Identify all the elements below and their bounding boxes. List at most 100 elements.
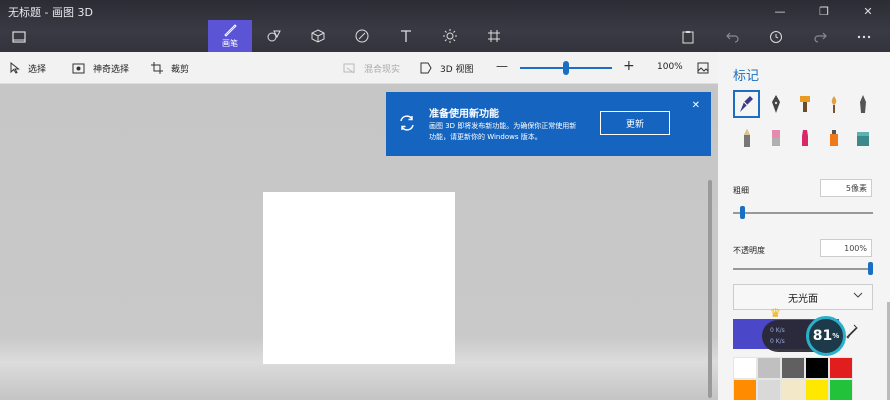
calligraphy-pen-brush[interactable] <box>762 90 789 118</box>
drawing-canvas[interactable] <box>263 192 455 364</box>
spray-can-brush[interactable] <box>820 124 847 152</box>
oil-brush-icon <box>799 96 810 112</box>
notification-title: 准备使用新功能 <box>429 109 499 120</box>
usage-percent: 81 <box>812 328 833 344</box>
crop-button[interactable]: 裁剪 <box>151 52 189 84</box>
spray-can-icon <box>829 130 838 146</box>
color-swatch[interactable] <box>733 357 757 379</box>
color-swatch[interactable] <box>781 379 805 400</box>
mixed-reality-button[interactable]: 混合现实 <box>343 52 400 84</box>
eyedropper-icon[interactable] <box>846 324 858 340</box>
window-title: 无标题 - 画图 3D <box>8 6 93 19</box>
tab-3d-shapes[interactable] <box>296 20 340 52</box>
pixel-pen-brush[interactable] <box>849 90 876 118</box>
color-swatch[interactable] <box>805 379 829 400</box>
color-swatch[interactable] <box>829 357 853 379</box>
thickness-input[interactable]: 5像素 <box>820 179 872 197</box>
thickness-slider-track[interactable] <box>733 212 873 214</box>
view-3d-label: 3D 视图 <box>440 64 474 75</box>
zoom-in-button[interactable]: + <box>623 58 635 74</box>
chevron-down-icon <box>853 292 863 298</box>
pencil-brush[interactable] <box>733 124 760 152</box>
panel-title: 标记 <box>733 69 760 84</box>
color-swatch[interactable] <box>733 379 757 400</box>
brush-grid <box>733 90 878 152</box>
update-notification: 准备使用新功能 画图 3D 即将发布新功能。为确保你正常使用新功能，请更新你的 … <box>386 92 711 156</box>
color-swatch[interactable] <box>757 379 781 400</box>
tab-brushes-label: 画笔 <box>222 39 238 48</box>
calligraphy-pen-icon <box>771 95 780 113</box>
cursor-icon <box>10 62 20 74</box>
download-speed: 0 K/s <box>770 338 785 345</box>
update-button[interactable]: 更新 <box>600 111 670 135</box>
select-button[interactable]: 选择 <box>10 52 46 84</box>
color-palette <box>733 357 853 400</box>
tab-2d-shapes[interactable] <box>252 20 296 52</box>
select-label: 选择 <box>28 64 47 75</box>
workspace-scrollbar[interactable] <box>708 180 712 398</box>
fill-bucket-icon <box>856 132 869 146</box>
sun-icon <box>443 29 457 43</box>
minimize-button[interactable]: — <box>758 0 802 22</box>
cube-icon <box>311 29 325 43</box>
image-icon[interactable] <box>697 62 709 74</box>
crown-icon: ♛ <box>770 306 781 320</box>
refresh-icon <box>400 115 414 131</box>
color-swatch[interactable] <box>757 357 781 379</box>
close-button[interactable]: ✕ <box>846 0 890 22</box>
opacity-input[interactable]: 100% <box>820 239 872 257</box>
color-swatch[interactable] <box>829 379 853 400</box>
eraser-brush[interactable] <box>762 124 789 152</box>
paste-icon[interactable] <box>670 26 706 48</box>
crop-label: 裁剪 <box>171 64 190 75</box>
thickness-slider-thumb[interactable] <box>740 206 745 219</box>
opacity-slider-thumb[interactable] <box>868 262 873 275</box>
mixed-reality-icon <box>343 63 355 74</box>
more-options-icon[interactable] <box>846 26 882 48</box>
menu-icon[interactable] <box>12 28 32 46</box>
undo-icon[interactable] <box>714 26 750 48</box>
watercolor-icon <box>831 96 836 113</box>
crayon-icon <box>801 130 808 146</box>
shapes-2d-icon <box>267 30 281 42</box>
tab-brushes[interactable]: 画笔 <box>208 20 252 52</box>
magic-select-button[interactable]: 神奇选择 <box>72 52 129 84</box>
upload-speed: 0 K/s <box>770 327 785 334</box>
marker-brush[interactable] <box>733 90 760 118</box>
view-3d-icon <box>420 62 432 74</box>
tab-stickers[interactable] <box>340 20 384 52</box>
tab-canvas[interactable] <box>472 20 516 52</box>
history-icon[interactable] <box>758 26 794 48</box>
finish-dropdown[interactable]: 无光面 <box>733 284 873 310</box>
eraser-icon <box>771 130 780 146</box>
ribbon-right-actions <box>670 26 882 48</box>
watercolor-brush[interactable] <box>820 90 847 118</box>
color-swatch[interactable] <box>805 357 829 379</box>
thickness-label: 粗细 <box>733 186 749 195</box>
network-speed-widget[interactable]: ♛ 0 K/s 0 K/s 81% <box>762 306 846 356</box>
oil-brush[interactable] <box>791 90 818 118</box>
fill-brush[interactable] <box>849 124 876 152</box>
marker-icon <box>739 96 753 112</box>
zoom-out-button[interactable]: — <box>496 59 508 73</box>
text-icon <box>401 30 411 42</box>
toolbar: 选择 神奇选择 裁剪 混合现实 3D 视图 — + 100% <box>0 52 718 84</box>
crop-icon <box>151 62 163 74</box>
maximize-button[interactable]: ❐ <box>802 0 846 22</box>
notification-close-button[interactable]: ✕ <box>692 100 700 111</box>
usage-percent-badge: 81% <box>806 316 846 356</box>
color-swatch[interactable] <box>781 357 805 379</box>
opacity-label: 不透明度 <box>733 246 765 255</box>
opacity-slider-track[interactable] <box>733 268 873 270</box>
redo-icon[interactable] <box>802 26 838 48</box>
tab-text[interactable] <box>384 20 428 52</box>
crayon-brush[interactable] <box>791 124 818 152</box>
magic-select-label: 神奇选择 <box>93 64 130 75</box>
view-3d-button[interactable]: 3D 视图 <box>420 52 474 84</box>
usage-percent-sign: % <box>832 332 840 340</box>
title-bar: 无标题 - 画图 3D — ❐ ✕ 画笔 <box>0 0 890 52</box>
notification-body: 画图 3D 即将发布新功能。为确保你正常使用新功能，请更新你的 Windows … <box>429 122 577 141</box>
zoom-slider-thumb[interactable] <box>563 61 569 75</box>
tab-effects[interactable] <box>428 20 472 52</box>
brush-icon <box>224 24 237 37</box>
